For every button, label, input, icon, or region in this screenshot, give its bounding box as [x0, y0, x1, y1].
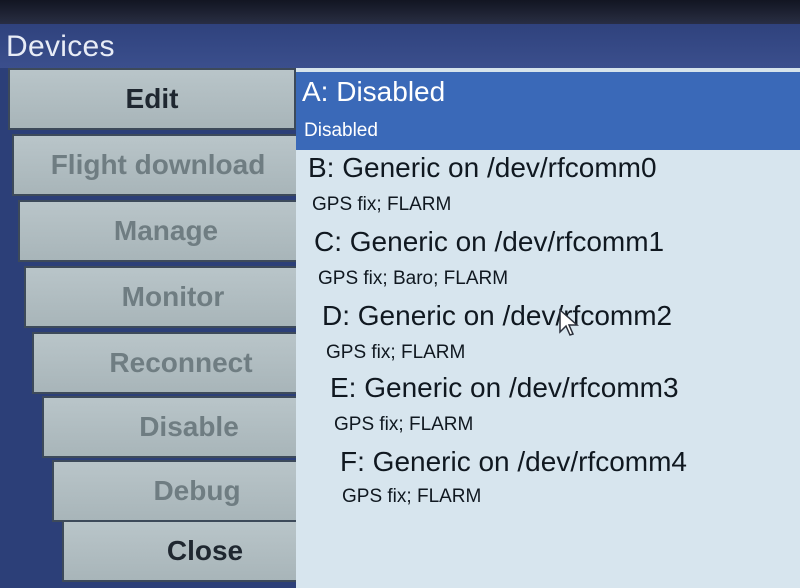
manage-button-label: Manage [113, 215, 219, 246]
device-name: F: Generic on /dev/rfcomm4 [340, 446, 688, 477]
device-row-e[interactable]: E: Generic on /dev/rfcomm3 GPS fix; FLAR… [296, 370, 800, 442]
manage-button[interactable]: Manage [18, 200, 314, 262]
dialog-title: Devices [6, 30, 115, 63]
flight-download-button[interactable]: Flight download [12, 134, 304, 196]
edit-button-label: Edit [125, 83, 179, 114]
reconnect-button[interactable]: Reconnect [32, 332, 330, 394]
device-row-c[interactable]: C: Generic on /dev/rfcomm1 GPS fix; Baro… [296, 224, 800, 298]
reconnect-button-label: Reconnect [109, 347, 253, 378]
device-row-b[interactable]: B: Generic on /dev/rfcomm0 GPS fix; FLAR… [296, 150, 800, 224]
device-name: B: Generic on /dev/rfcomm0 [308, 152, 657, 183]
device-status: GPS fix; FLARM [334, 414, 474, 435]
device-status: GPS fix; FLARM [312, 194, 452, 215]
device-list[interactable]: A: Disabled Disabled B: Generic on /dev/… [296, 68, 800, 588]
disable-button[interactable]: Disable [42, 396, 336, 458]
monitor-button-label: Monitor [121, 281, 225, 312]
flight-download-button-label: Flight download [50, 149, 266, 180]
debug-button-label: Debug [153, 475, 241, 506]
device-row-f[interactable]: F: Generic on /dev/rfcomm4 GPS fix; FLAR… [296, 442, 800, 514]
device-status: GPS fix; Baro; FLARM [318, 268, 509, 289]
dialog-title-bar: Devices [0, 24, 800, 68]
device-name: D: Generic on /dev/rfcomm2 [322, 300, 673, 331]
monitor-button[interactable]: Monitor [24, 266, 322, 328]
device-status: GPS fix; FLARM [342, 486, 482, 507]
device-name: C: Generic on /dev/rfcomm1 [314, 226, 665, 257]
device-status: GPS fix; FLARM [326, 342, 466, 363]
device-row-a[interactable]: A: Disabled Disabled [296, 72, 800, 150]
edit-button[interactable]: Edit [8, 68, 296, 130]
disable-button-label: Disable [139, 411, 239, 442]
device-status: Disabled [304, 120, 378, 141]
close-button-label: Close [166, 535, 244, 566]
device-name: E: Generic on /dev/rfcomm3 [330, 372, 679, 403]
mouse-cursor-icon [559, 308, 579, 336]
device-row-d[interactable]: D: Generic on /dev/rfcomm2 GPS fix; FLAR… [296, 298, 800, 370]
device-name: A: Disabled [302, 76, 446, 107]
